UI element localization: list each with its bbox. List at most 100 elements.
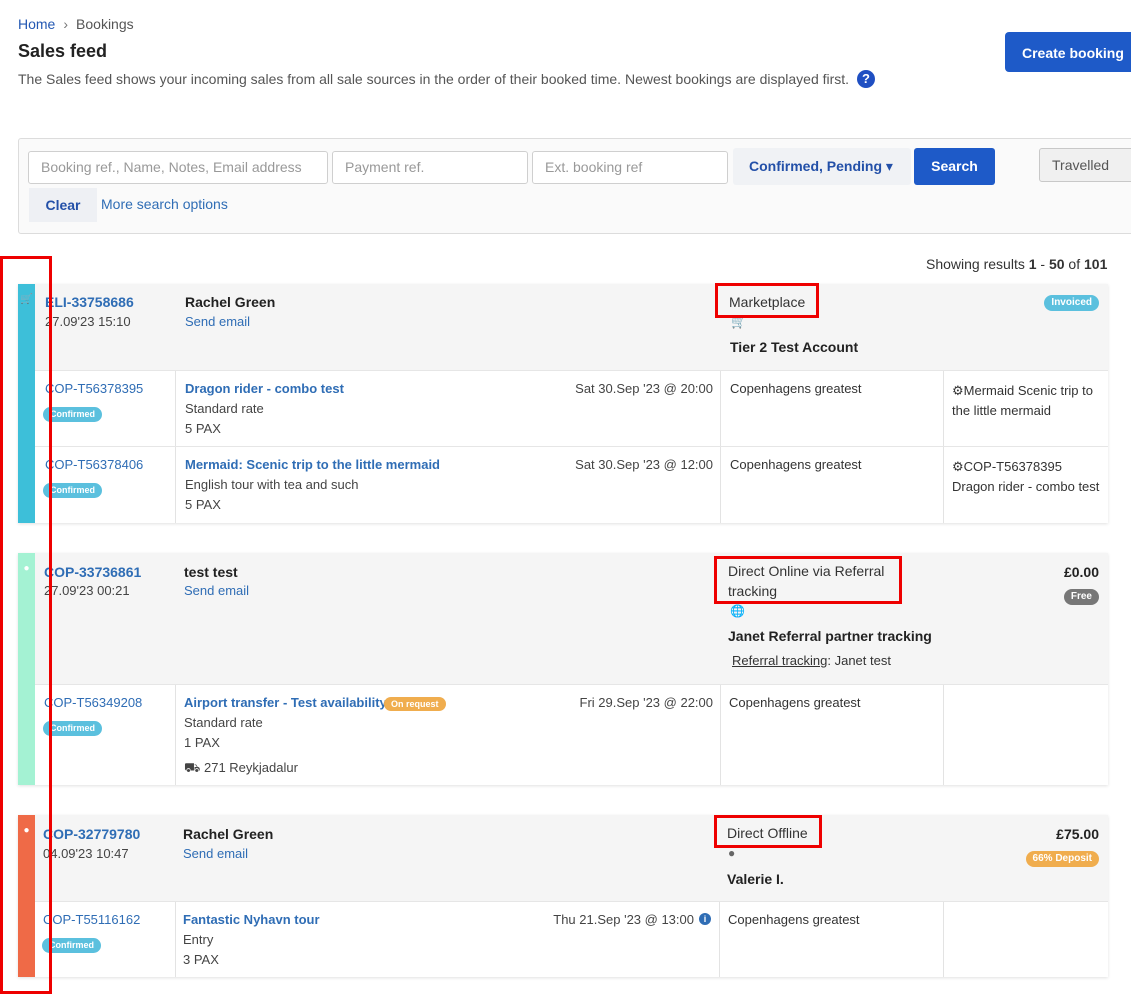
results-prefix: Showing results [926,256,1029,272]
send-email-link[interactable]: Send email [183,846,248,861]
customer-name: test test [184,564,238,580]
divider [720,447,721,523]
booking-datetime: 27.09'23 15:10 [45,314,131,329]
booking-ref-link[interactable]: ELI-33758686 [45,294,134,310]
user-icon: ● [728,846,736,860]
supplier-name: Copenhagens greatest [729,695,861,710]
breadcrumb: Home › Bookings [18,16,134,32]
send-email-link[interactable]: Send email [185,314,250,329]
rate-label: Entry [183,932,214,947]
pickup-label: 271 Reykjadalur [203,760,298,775]
rate-label: Standard rate [184,715,263,730]
linked-line-1: Mermaid Scenic trip to [963,383,1093,398]
referral-tracking: Referral tracking: Janet test [732,653,891,668]
booking-card: ● COP-32779780 04.09'23 10:47 Rachel Gre… [18,815,1108,977]
divider [175,371,176,447]
divider [943,447,944,523]
booking-item-row: COP-T55116162 Confirmed Fantastic Nyhavn… [35,901,1108,977]
info-icon[interactable]: i [699,913,711,925]
highlight-box [714,815,822,848]
pax-count: 5 PAX [185,497,221,512]
results-dash: - [1036,256,1049,272]
page-title: Sales feed [18,41,108,61]
rate-label: Standard rate [185,401,264,416]
item-ref-link[interactable]: COP-T56378406 [45,457,143,472]
supplier-name: Copenhagens greatest [728,912,860,927]
results-of: of [1064,256,1085,272]
booking-amount: £0.00 [1063,564,1099,580]
item-ref-link[interactable]: COP-T55116162 [43,912,140,927]
linked-product: ⚙Mermaid Scenic trip to the little merma… [952,381,1102,421]
item-datetime: Sat 30.Sep '23 @ 20:00 [575,381,713,396]
linked-product: ⚙COP-T56378395 Dragon rider - combo test [952,457,1102,497]
pax-count: 1 PAX [184,735,220,750]
booking-ref-link[interactable]: COP-33736861 [44,564,141,580]
on-request-badge: On request [384,697,446,711]
booking-item-row: COP-T56349208 Confirmed Airport transfer… [35,684,1108,785]
rate-label: English tour with tea and such [185,477,359,492]
highlight-box [715,283,819,318]
customer-name: Rachel Green [183,826,274,842]
puzzle-icon: ⚙ [952,383,964,398]
breadcrumb-current: Bookings [76,16,134,32]
linked-line-2: the little mermaid [952,403,1051,418]
product-link[interactable]: Mermaid: Scenic trip to the little merma… [185,457,440,472]
highlight-box [714,556,902,604]
status-filter-dropdown[interactable]: Confirmed, Pending ▾ [733,148,911,185]
help-icon[interactable]: ? [857,70,875,88]
status-badge: 66% Deposit [1025,851,1099,867]
more-search-options-link[interactable]: More search options [101,196,228,212]
page-description: The Sales feed shows your incoming sales… [18,71,850,87]
referral-tracking-label[interactable]: Referral tracking [732,653,827,668]
booking-account: Valerie I. [727,871,784,887]
booking-header: COP-33736861 27.09'23 00:21 test test Se… [35,553,1108,684]
booking-datetime: 04.09'23 10:47 [43,846,129,861]
divider [175,447,176,523]
item-datetime: Sat 30.Sep '23 @ 12:00 [575,457,713,472]
search-button[interactable]: Search [914,148,995,185]
item-ref-link[interactable]: COP-T56349208 [44,695,142,710]
booking-card: 🛒 ELI-33758686 27.09'23 15:10 Rachel Gre… [18,283,1108,523]
travelled-toggle[interactable]: Travelled [1039,148,1131,182]
booking-account: Janet Referral partner tracking [728,628,932,644]
item-ref-link[interactable]: COP-T56378395 [45,381,143,396]
status-badge: Free [1063,589,1099,605]
pax-count: 3 PAX [183,952,219,967]
ext-booking-ref-input[interactable]: Ext. booking ref [532,151,728,184]
customer-name: Rachel Green [185,294,276,310]
booking-amount: £75.00 [1056,826,1099,842]
highlight-box [0,256,52,994]
truck-icon: ⛟ [184,760,201,775]
referral-tracking-value: : Janet test [827,653,891,668]
supplier-name: Copenhagens greatest [730,457,862,472]
product-link[interactable]: Fantastic Nyhavn tour [183,912,320,927]
results-to: 50 [1048,256,1065,272]
divider [719,902,720,977]
status-badge: Invoiced [1044,295,1099,311]
create-booking-button[interactable]: Create booking [1005,32,1131,72]
supplier-name: Copenhagens greatest [730,381,862,396]
product-link[interactable]: Airport transfer - Test availability [184,695,387,710]
divider [943,371,944,447]
send-email-link[interactable]: Send email [184,583,249,598]
puzzle-icon: ⚙ [952,459,964,474]
results-summary: Showing results 1 - 50 of 101 [926,256,1107,272]
linked-line-1: COP-T56378395 [963,459,1062,474]
item-datetime: Fri 29.Sep '23 @ 22:00 [579,695,713,710]
divider [720,685,721,785]
booking-datetime: 27.09'23 00:21 [44,583,130,598]
breadcrumb-home-link[interactable]: Home [18,16,55,32]
pax-count: 5 PAX [185,421,221,436]
clear-button[interactable]: Clear [29,188,97,222]
divider [720,371,721,447]
pickup-location: ⛟ 271 Reykjadalur [184,760,298,778]
booking-header: COP-32779780 04.09'23 10:47 Rachel Green… [35,815,1108,901]
booking-ref-link[interactable]: COP-32779780 [43,826,140,842]
booking-search-input[interactable]: Booking ref., Name, Notes, Email address [28,151,328,184]
results-total: 101 [1084,256,1108,272]
divider [175,685,176,785]
product-link[interactable]: Dragon rider - combo test [185,381,344,396]
divider [943,902,944,977]
results-from: 1 [1028,256,1037,272]
payment-ref-input[interactable]: Payment ref. [332,151,528,184]
